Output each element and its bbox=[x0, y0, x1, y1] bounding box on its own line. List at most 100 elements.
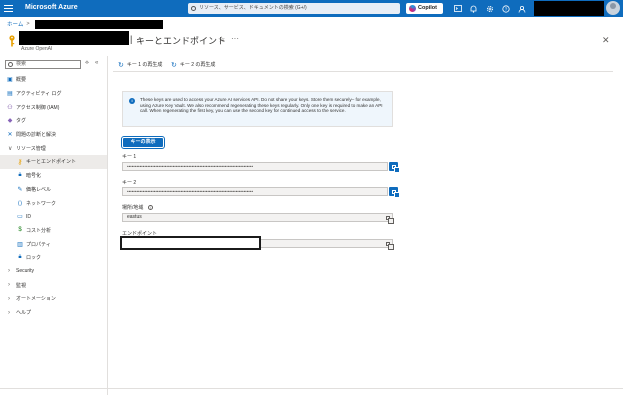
gear-icon[interactable] bbox=[484, 3, 495, 14]
location-label: 場所/地域 i bbox=[122, 204, 153, 211]
more-options-icon[interactable]: ··· bbox=[231, 34, 239, 43]
sidebar-item-15[interactable]: › 監視 bbox=[0, 278, 107, 292]
info-icon: i bbox=[129, 98, 135, 104]
chevron-right-icon: › bbox=[8, 295, 10, 302]
regenerate-key1-button[interactable]: ↻ キー 1 の再生成 bbox=[118, 60, 162, 69]
chevron-right-icon: › bbox=[8, 309, 10, 316]
activity-log-icon: ▤ bbox=[7, 91, 13, 98]
bell-icon[interactable] bbox=[468, 3, 479, 14]
chevron-right-icon: › bbox=[8, 268, 10, 275]
sidebar-item-label: プロパティ bbox=[26, 241, 51, 248]
resource-name-redacted bbox=[19, 31, 129, 45]
sidebar-item-2[interactable]: ⚇ アクセス制御 (IAM) bbox=[0, 100, 107, 114]
close-icon[interactable]: ✕ bbox=[602, 35, 610, 46]
sidebar-item-4[interactable]: ✕ 問題の診断と解決 bbox=[0, 128, 107, 142]
key2-label: キー 2 bbox=[122, 180, 137, 186]
overview-icon: ▣ bbox=[7, 77, 13, 84]
refresh-icon: ↻ bbox=[171, 61, 177, 69]
sidebar-item-13[interactable]: 🔒︎ ロック bbox=[0, 251, 107, 265]
global-search-placeholder: リソース、サービス、ドキュメントの検索 (G+/) bbox=[199, 5, 307, 11]
feedback-icon[interactable] bbox=[516, 3, 527, 14]
regenerate-key1-label: キー 1 の再生成 bbox=[126, 62, 163, 68]
key-icon: ⚷ bbox=[17, 158, 23, 166]
breadcrumb-home-link[interactable]: ホーム bbox=[7, 20, 23, 28]
sidebar-item-0[interactable]: ▣ 概要 bbox=[0, 73, 107, 87]
command-bar-divider bbox=[113, 71, 613, 72]
key1-field[interactable]: ••••••••••••••••••••••••••••••••••••••••… bbox=[122, 162, 388, 171]
sidebar-item-label: ヘルプ bbox=[16, 310, 32, 317]
hamburger-menu-icon[interactable] bbox=[3, 3, 14, 14]
regenerate-key2-label: キー 2 の再生成 bbox=[179, 62, 216, 68]
sidebar-item-label: 監視 bbox=[16, 282, 27, 289]
breadcrumb-resource-redacted[interactable] bbox=[34, 19, 163, 29]
sidebar-settings-icon[interactable]: ⟡ bbox=[85, 60, 89, 67]
sidebar-item-7[interactable]: 🔒︎ 暗号化 bbox=[0, 169, 107, 183]
sidebar-item-label: ロック bbox=[26, 255, 42, 262]
network-icon: ⟨⟩ bbox=[17, 200, 23, 207]
cloud-shell-icon[interactable] bbox=[452, 3, 463, 14]
regenerate-key2-button[interactable]: ↻ キー 2 の再生成 bbox=[171, 60, 215, 69]
lock-icon: 🔒︎ bbox=[18, 172, 22, 179]
copy-endpoint-button[interactable] bbox=[383, 239, 394, 250]
sidebar-item-11[interactable]: $ コスト分析 bbox=[0, 224, 107, 238]
sidebar-item-label: ID bbox=[26, 213, 31, 220]
brand-title[interactable]: Microsoft Azure bbox=[25, 4, 78, 11]
title-divider: | bbox=[130, 34, 133, 44]
sidebar-item-12[interactable]: ▥ プロパティ bbox=[0, 237, 107, 251]
sidebar-nav: ▣ 概要 ▤ アクティビティ ログ ⚇ アクセス制御 (IAM) ◆ タグ ✕ 問題の診断と解決 ∨… bbox=[0, 73, 107, 319]
endpoint-value-redacted bbox=[120, 236, 261, 250]
info-icon[interactable]: i bbox=[147, 205, 153, 210]
info-text: These keys are used to access your Azure… bbox=[140, 97, 383, 114]
sidebar-item-1[interactable]: ▤ アクティビティ ログ bbox=[0, 87, 107, 101]
copy-key1-button[interactable] bbox=[389, 162, 400, 173]
copy-icon bbox=[385, 241, 394, 250]
global-search-input[interactable]: リソース、サービス、ドキュメントの検索 (G+/) bbox=[188, 3, 400, 14]
sidebar-item-label: 問題の診断と解決 bbox=[16, 132, 57, 139]
sidebar-item-16[interactable]: › オートメーション bbox=[0, 292, 107, 306]
sidebar-item-6[interactable]: ⚷ キーとエンドポイント bbox=[0, 155, 107, 169]
sidebar-item-10[interactable]: ▭ ID bbox=[0, 210, 107, 224]
help-icon[interactable]: ? bbox=[500, 3, 511, 14]
sidebar-divider bbox=[107, 56, 108, 395]
location-label-text: 場所/地域 bbox=[122, 205, 144, 211]
sidebar-item-3[interactable]: ◆ タグ bbox=[0, 114, 107, 128]
sidebar-item-label: コスト分析 bbox=[26, 227, 52, 234]
sidebar-item-label: オートメーション bbox=[16, 296, 56, 303]
sidebar-item-17[interactable]: › ヘルプ bbox=[0, 306, 107, 320]
svg-text:?: ? bbox=[504, 6, 507, 11]
sidebar-item-label: 価格レベル bbox=[26, 186, 52, 193]
sidebar-item-14[interactable]: › Security bbox=[0, 265, 107, 279]
star-icon[interactable]: ☆ bbox=[218, 35, 225, 44]
top-bar: Microsoft Azure リソース、サービス、ドキュメントの検索 (G+/… bbox=[0, 0, 623, 17]
sidebar-item-label: キーとエンドポイント bbox=[26, 159, 77, 166]
info-banner: i These keys are used to access your Azu… bbox=[122, 91, 393, 127]
sidebar-item-9[interactable]: ⟨⟩ ネットワーク bbox=[0, 196, 107, 210]
sidebar-item-label: アクセス制御 (IAM) bbox=[16, 104, 60, 111]
copy-location-button[interactable] bbox=[383, 213, 394, 224]
copy-key2-button[interactable] bbox=[389, 187, 400, 198]
lock-icon: 🔒︎ bbox=[18, 254, 22, 261]
iam-icon: ⚇ bbox=[7, 104, 13, 111]
sidebar-search-placeholder: 検索 bbox=[16, 61, 27, 67]
copy-icon bbox=[391, 164, 400, 173]
copy-icon bbox=[385, 215, 394, 224]
sidebar-item-label: タグ bbox=[16, 118, 27, 125]
collapse-sidebar-icon[interactable]: « bbox=[95, 60, 98, 67]
key2-field[interactable]: ••••••••••••••••••••••••••••••••••••••••… bbox=[122, 187, 388, 196]
sidebar-item-label: ネットワーク bbox=[26, 200, 57, 207]
pricing-tier-icon: ✎ bbox=[17, 186, 23, 193]
cost-analysis-icon: $ bbox=[18, 227, 22, 234]
breadcrumb: ホーム > bbox=[7, 19, 163, 29]
copilot-icon bbox=[409, 5, 416, 12]
avatar[interactable] bbox=[606, 1, 620, 15]
key1-label: キー 1 bbox=[122, 154, 137, 160]
key-icon bbox=[8, 35, 16, 47]
copilot-button[interactable]: Copilot bbox=[406, 3, 443, 14]
show-keys-button[interactable]: キーの表示 bbox=[121, 136, 165, 149]
account-info-redacted[interactable] bbox=[534, 1, 604, 16]
copy-icon bbox=[391, 189, 400, 198]
sidebar-item-8[interactable]: ✎ 価格レベル bbox=[0, 183, 107, 197]
location-field[interactable]: eastus bbox=[122, 213, 393, 222]
sidebar-search-input[interactable]: 検索 bbox=[5, 60, 81, 69]
sidebar-item-5[interactable]: ∨ リソース管理 bbox=[0, 141, 107, 155]
